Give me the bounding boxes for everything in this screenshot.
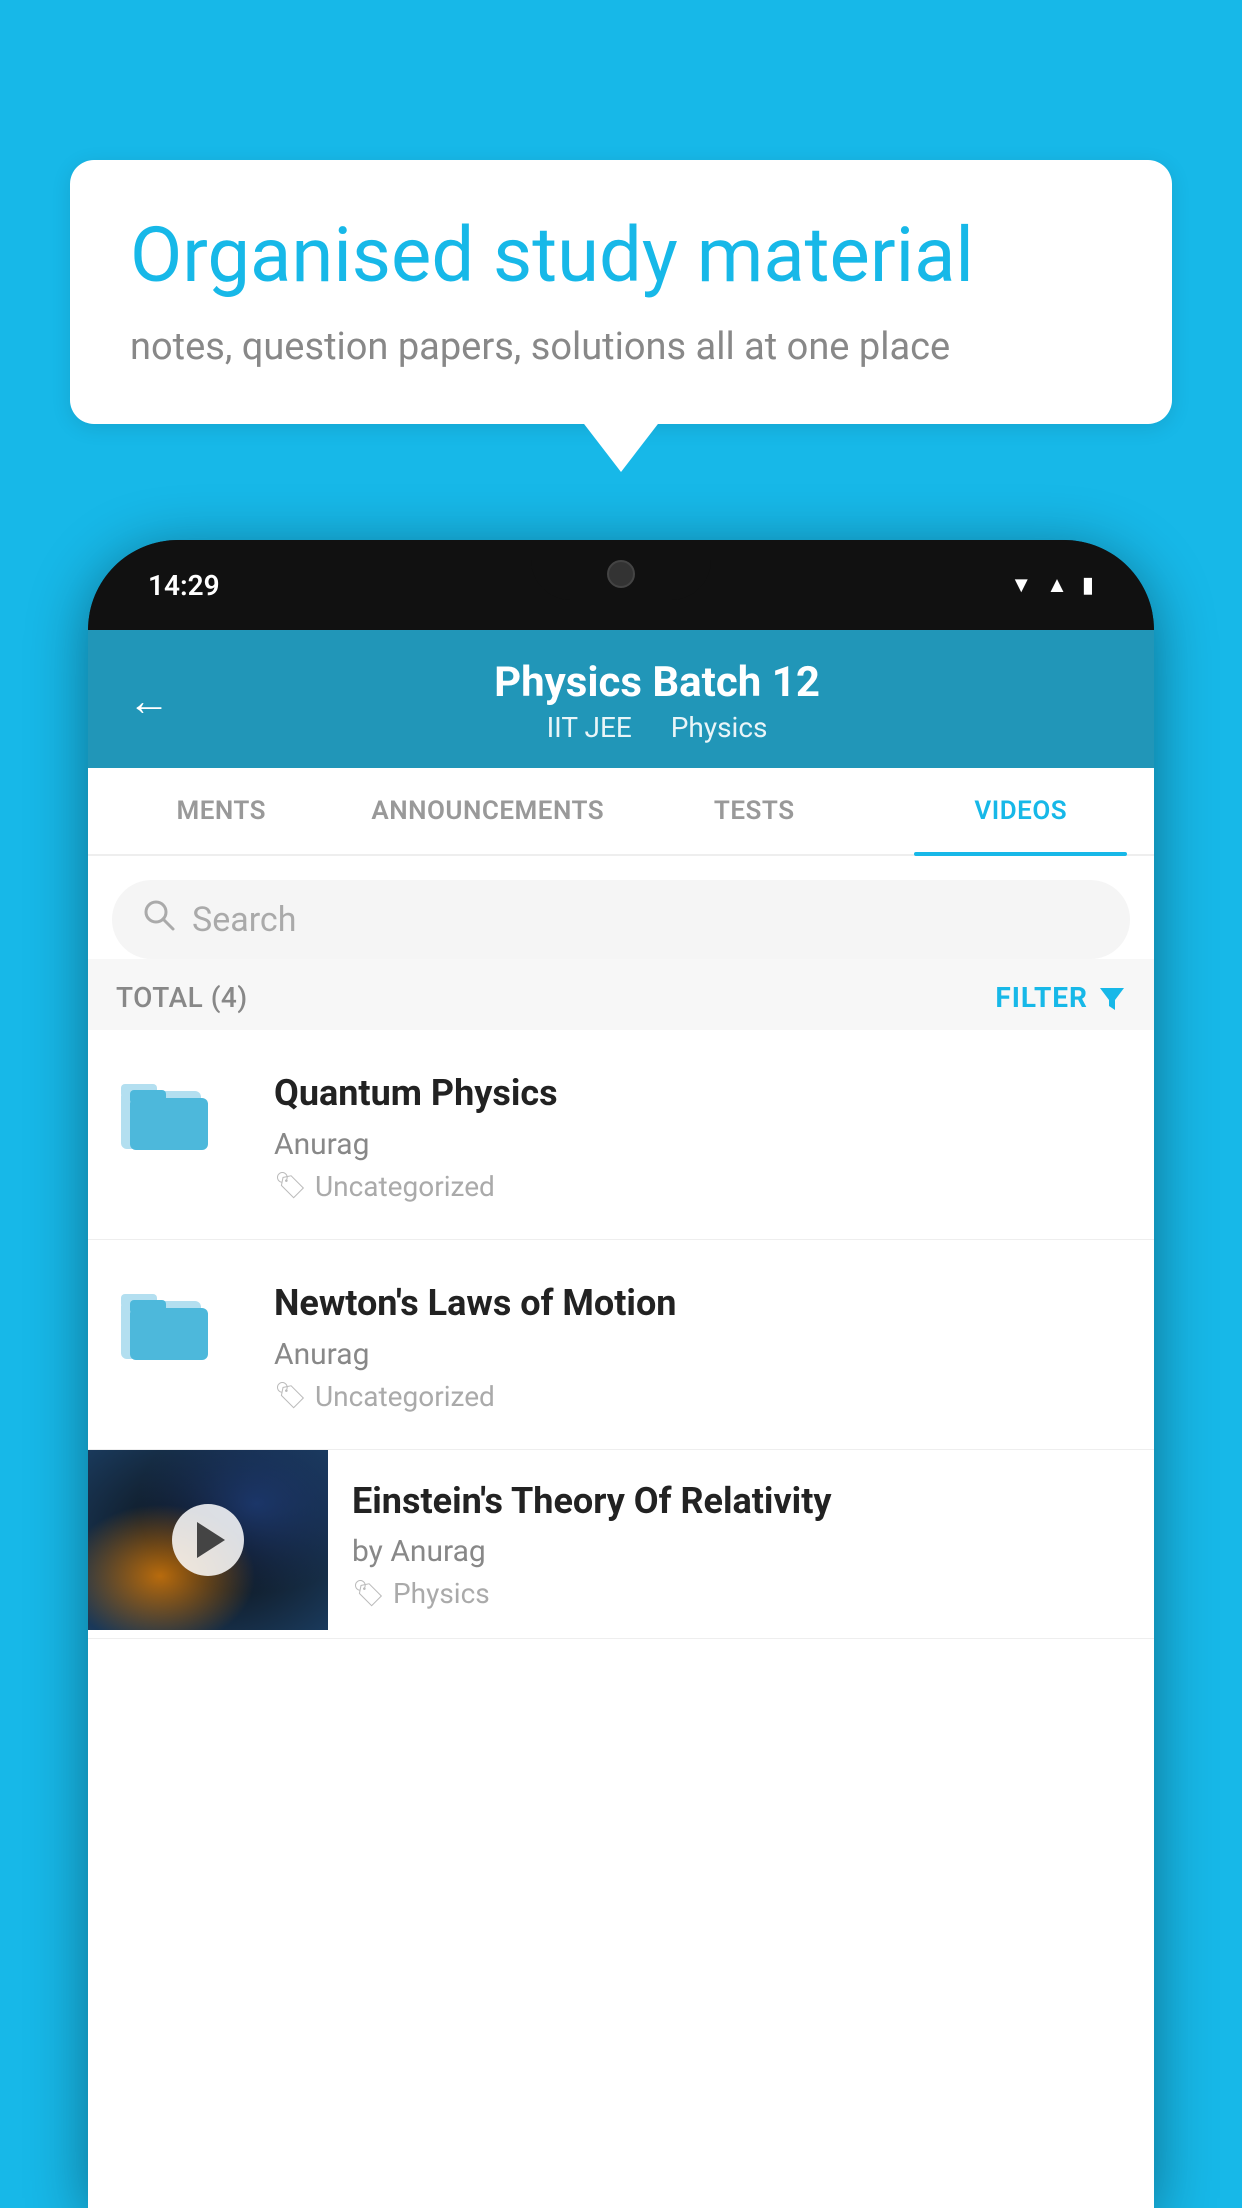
tabs: MENTS ANNOUNCEMENTS TESTS VIDEOS — [88, 768, 1154, 856]
list-item[interactable]: Quantum Physics Anurag 🏷 Uncategorized — [88, 1030, 1154, 1240]
filter-icon — [1098, 984, 1126, 1012]
speech-bubble: Organised study material notes, question… — [70, 160, 1172, 424]
search-bar[interactable]: Search — [112, 880, 1130, 959]
filter-row: TOTAL (4) FILTER — [88, 959, 1154, 1030]
video-tag-1: 🏷 Uncategorized — [274, 1170, 1126, 1203]
phone-notch — [531, 540, 711, 600]
phone-screen: ← Physics Batch 12 IIT JEE Physics MENTS… — [88, 630, 1154, 2208]
tag-icon-2: 🏷 — [274, 1381, 307, 1411]
header-title: Physics Batch 12 — [200, 658, 1114, 707]
camera-icon — [607, 560, 635, 588]
phone-frame: 14:29 ▼ ▲ ▮ ← Physics Batch 12 IIT JEE P… — [88, 540, 1154, 2208]
folder-thumb-2 — [116, 1276, 246, 1376]
bubble-title: Organised study material — [130, 210, 1112, 301]
subtitle-iitjee: IIT JEE — [547, 711, 632, 744]
video-info-2: Newton's Laws of Motion Anurag 🏷 Uncateg… — [274, 1276, 1126, 1413]
battery-icon: ▮ — [1082, 573, 1094, 598]
tab-ments[interactable]: MENTS — [88, 768, 355, 854]
tag-icon-1: 🏷 — [274, 1171, 307, 1201]
video-title-2: Newton's Laws of Motion — [274, 1280, 1126, 1327]
einstein-thumbnail — [88, 1450, 328, 1630]
video-tag-3: 🏷 Physics — [352, 1577, 1130, 1610]
list-item[interactable]: Newton's Laws of Motion Anurag 🏷 Uncateg… — [88, 1240, 1154, 1450]
video-list: Quantum Physics Anurag 🏷 Uncategorized — [88, 1030, 1154, 1639]
status-time: 14:29 — [148, 569, 220, 602]
subtitle-physics: Physics — [671, 711, 768, 744]
bubble-subtitle: notes, question papers, solutions all at… — [130, 325, 1112, 369]
video-info-1: Quantum Physics Anurag 🏷 Uncategorized — [274, 1066, 1126, 1203]
total-count: TOTAL (4) — [116, 981, 248, 1014]
status-icons: ▼ ▲ ▮ — [1010, 572, 1094, 598]
video-author-3: by Anurag — [352, 1534, 1130, 1569]
play-icon — [197, 1522, 225, 1558]
video-author-2: Anurag — [274, 1337, 1126, 1372]
filter-button[interactable]: FILTER — [995, 981, 1126, 1014]
video-author-1: Anurag — [274, 1127, 1126, 1162]
back-button[interactable]: ← — [128, 677, 170, 726]
tag-icon-3: 🏷 — [352, 1579, 385, 1609]
video-info-3: Einstein's Theory Of Relativity by Anura… — [328, 1450, 1154, 1639]
tab-announcements[interactable]: ANNOUNCEMENTS — [355, 768, 622, 854]
video-title-3: Einstein's Theory Of Relativity — [352, 1478, 1130, 1525]
signal-icon: ▲ — [1046, 572, 1068, 598]
tab-tests[interactable]: TESTS — [621, 768, 888, 854]
header-subtitle: IIT JEE Physics — [200, 711, 1114, 744]
play-button[interactable] — [172, 1504, 244, 1576]
folder-thumb-1 — [116, 1066, 246, 1166]
search-input[interactable]: Search — [192, 900, 296, 940]
tab-videos[interactable]: VIDEOS — [888, 768, 1155, 854]
header-title-group: Physics Batch 12 IIT JEE Physics — [200, 658, 1114, 744]
video-tag-2: 🏷 Uncategorized — [274, 1380, 1126, 1413]
app-header: ← Physics Batch 12 IIT JEE Physics — [88, 630, 1154, 768]
video-title-1: Quantum Physics — [274, 1070, 1126, 1117]
status-bar: 14:29 ▼ ▲ ▮ — [88, 540, 1154, 630]
list-item[interactable]: Einstein's Theory Of Relativity by Anura… — [88, 1450, 1154, 1640]
wifi-icon: ▼ — [1010, 572, 1032, 598]
search-icon — [142, 898, 176, 941]
